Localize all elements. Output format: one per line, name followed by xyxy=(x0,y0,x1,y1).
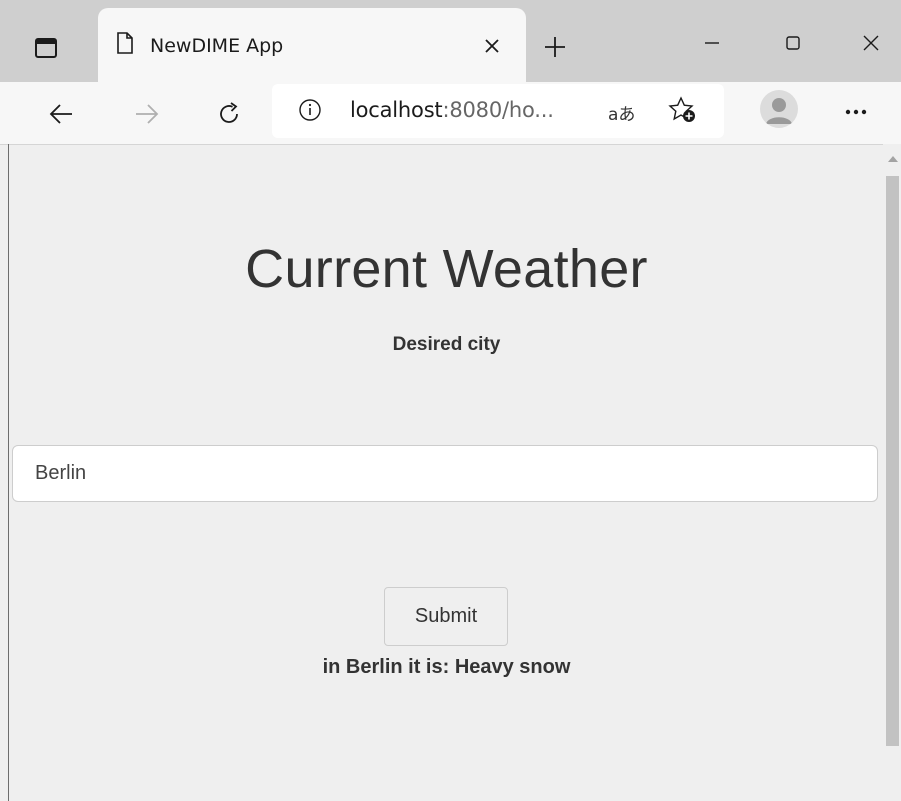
refresh-icon xyxy=(220,102,238,123)
new-tab-button[interactable] xyxy=(532,24,578,70)
read-aloud-button[interactable]: aあ xyxy=(608,100,635,125)
browser-tab-active[interactable]: NewDIME App xyxy=(98,8,526,82)
tab-title: NewDIME App xyxy=(150,35,284,57)
more-button[interactable] xyxy=(836,92,876,132)
more-icon xyxy=(845,109,867,115)
weather-result: in Berlin it is: Heavy snow xyxy=(322,656,571,678)
page-title: Current Weather xyxy=(245,239,648,299)
scroll-up-arrow-icon[interactable] xyxy=(888,156,898,162)
info-icon[interactable] xyxy=(298,98,322,122)
avatar-glyph xyxy=(766,98,792,124)
forward-arrow-icon xyxy=(136,104,159,124)
address-bar[interactable]: localhost:8080/ho... aあ xyxy=(272,84,724,138)
profile-avatar-icon[interactable] xyxy=(760,90,798,128)
tab-actions-button[interactable] xyxy=(22,24,70,72)
city-input[interactable] xyxy=(12,445,878,502)
minimize-button[interactable] xyxy=(682,18,742,68)
url-rest: :8080/ho... xyxy=(442,98,554,122)
page-icon xyxy=(117,32,133,54)
back-button[interactable] xyxy=(38,91,84,137)
window-close-button[interactable] xyxy=(841,18,901,68)
back-arrow-icon xyxy=(49,104,72,124)
new-tab-icon xyxy=(545,37,565,57)
minimize-icon xyxy=(705,42,719,44)
favorites-add-icon[interactable] xyxy=(668,96,698,124)
page-border xyxy=(8,144,9,801)
refresh-button[interactable] xyxy=(206,91,252,137)
tab-actions-icon xyxy=(35,38,57,58)
address-url[interactable]: localhost:8080/ho... xyxy=(350,98,554,122)
submit-button[interactable]: Submit xyxy=(384,587,508,646)
maximize-button[interactable] xyxy=(763,18,823,68)
url-host: localhost xyxy=(350,98,443,122)
city-label: Desired city xyxy=(392,334,501,355)
scrollbar-thumb[interactable] xyxy=(886,176,899,746)
maximize-icon xyxy=(786,36,800,50)
browser-tab-bar: NewDIME App xyxy=(0,0,901,82)
browser-toolbar: localhost:8080/ho... aあ xyxy=(0,82,901,145)
close-icon xyxy=(485,39,499,53)
window-close-icon xyxy=(863,35,879,51)
forward-button[interactable] xyxy=(124,91,170,137)
tab-close-button[interactable] xyxy=(475,29,509,63)
